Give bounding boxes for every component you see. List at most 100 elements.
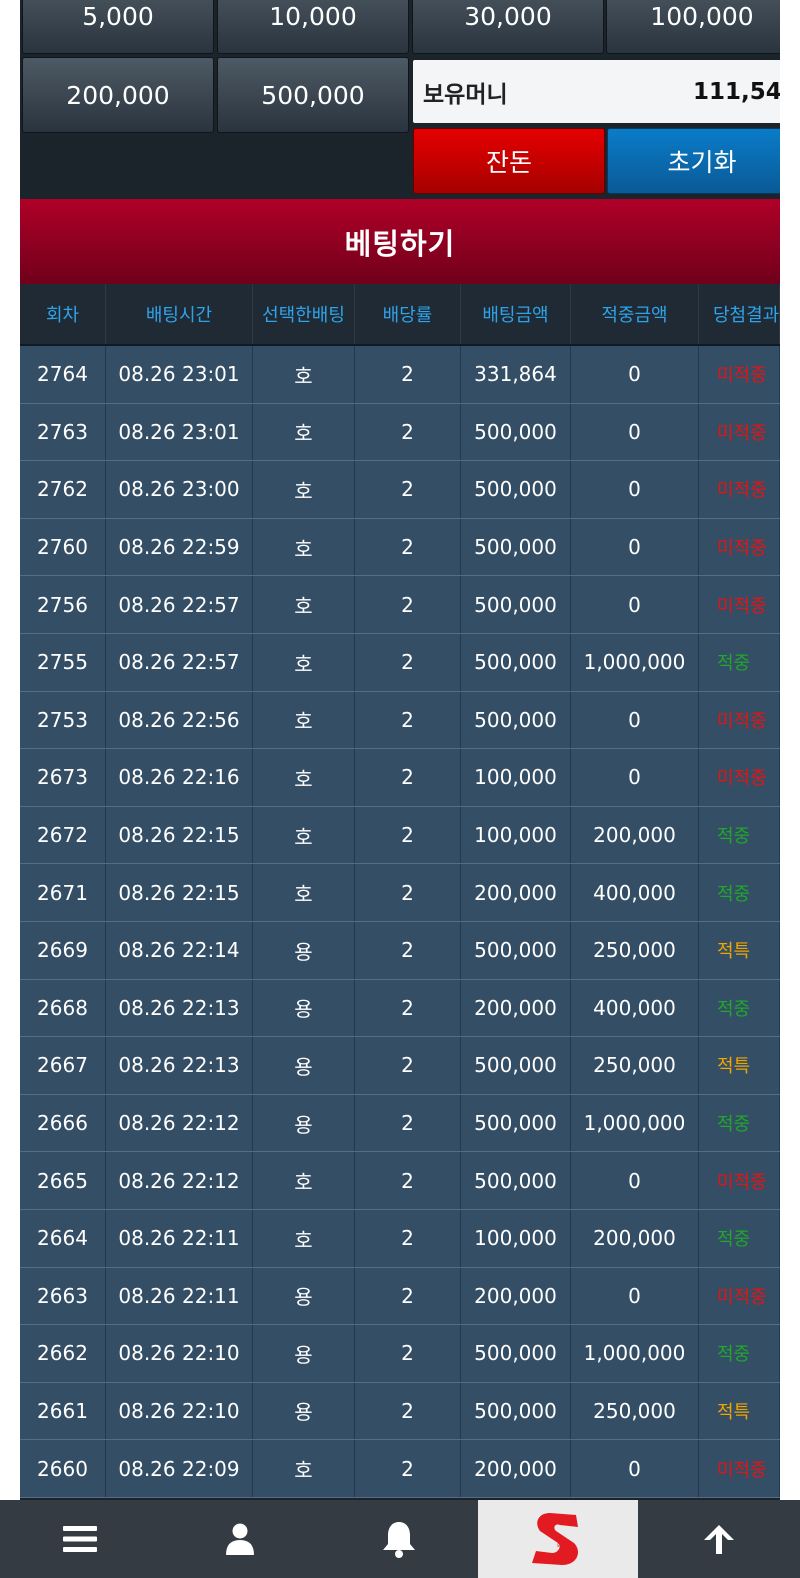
cell-win-amount: 0 xyxy=(571,749,699,806)
cell-bet-amount: 100,000 xyxy=(461,749,571,806)
bet-history-table: 2764 08.26 23:01 호 2 331,864 0 미적중 2763 08.26 23… xyxy=(20,346,780,1498)
cell-choice: 호 xyxy=(253,864,355,921)
cell-time: 08.26 22:56 xyxy=(106,691,253,749)
cell-bet-amount: 200,000 xyxy=(461,864,571,921)
cell-choice: 호 xyxy=(253,518,355,576)
cell-round: 2665 xyxy=(20,1152,106,1209)
user-icon[interactable] xyxy=(160,1500,320,1578)
cell-choice: 호 xyxy=(253,1440,355,1497)
cell-time: 08.26 22:10 xyxy=(106,1325,253,1382)
cell-win-amount: 200,000 xyxy=(571,806,699,864)
cell-win-amount: 0 xyxy=(571,518,699,576)
chip-button-100000[interactable]: 100,000 xyxy=(606,0,780,54)
cell-odds: 2 xyxy=(355,979,461,1037)
cell-result: 미적중 xyxy=(699,346,780,403)
cell-win-amount: 250,000 xyxy=(571,1037,699,1094)
cell-choice: 호 xyxy=(253,1152,355,1209)
chip-button-10000[interactable]: 10,000 xyxy=(217,0,409,54)
cell-result: 적중 xyxy=(699,1209,780,1267)
cell-bet-amount: 500,000 xyxy=(461,1325,571,1382)
cell-round: 2662 xyxy=(20,1325,106,1382)
header-result: 당첨결과 xyxy=(699,284,780,344)
header-time: 배팅시간 xyxy=(106,284,253,344)
cell-choice: 용 xyxy=(253,1037,355,1094)
table-row: 2762 08.26 23:00 호 2 500,000 0 미적중 xyxy=(20,461,780,519)
cell-odds: 2 xyxy=(355,346,461,403)
cell-odds: 2 xyxy=(355,1325,461,1382)
table-row: 2669 08.26 22:14 용 2 500,000 250,000 적특 xyxy=(20,921,780,980)
brand-logo[interactable]: S xyxy=(478,1500,638,1578)
cell-round: 2667 xyxy=(20,1037,106,1094)
header-odds: 배당률 xyxy=(355,284,461,344)
cell-win-amount: 0 xyxy=(571,346,699,403)
cell-result: 적중 xyxy=(699,1094,780,1152)
cell-win-amount: 0 xyxy=(571,691,699,749)
cell-time: 08.26 23:01 xyxy=(106,346,253,403)
cell-result: 적특 xyxy=(699,1037,780,1094)
cell-choice: 호 xyxy=(253,346,355,403)
cell-odds: 2 xyxy=(355,1037,461,1094)
table-header: 회차 배팅시간 선택한배팅 배당률 배팅금액 적중금액 당첨결과 xyxy=(20,284,780,346)
cell-odds: 2 xyxy=(355,461,461,518)
cell-round: 2663 xyxy=(20,1267,106,1325)
cell-odds: 2 xyxy=(355,518,461,576)
cell-round: 2664 xyxy=(20,1209,106,1267)
cell-result: 미적중 xyxy=(699,461,780,518)
cell-result: 적중 xyxy=(699,864,780,921)
cell-odds: 2 xyxy=(355,1094,461,1152)
cell-odds: 2 xyxy=(355,1440,461,1497)
cell-choice: 용 xyxy=(253,1267,355,1325)
remaining-button[interactable]: 잔돈 xyxy=(413,128,605,194)
cell-time: 08.26 22:13 xyxy=(106,1037,253,1094)
cell-result: 적중 xyxy=(699,1325,780,1382)
cell-choice: 호 xyxy=(253,1209,355,1267)
place-bet-button[interactable]: 베팅하기 xyxy=(20,199,780,284)
header-bet-amount: 배팅금액 xyxy=(461,284,571,344)
cell-win-amount: 1,000,000 xyxy=(571,633,699,691)
cell-result: 미적중 xyxy=(699,749,780,806)
chip-button-30000[interactable]: 30,000 xyxy=(412,0,604,54)
table-row: 2760 08.26 22:59 호 2 500,000 0 미적중 xyxy=(20,518,780,577)
cell-round: 2671 xyxy=(20,864,106,921)
cell-round: 2755 xyxy=(20,633,106,691)
cell-bet-amount: 500,000 xyxy=(461,921,571,979)
table-row: 2764 08.26 23:01 호 2 331,864 0 미적중 xyxy=(20,346,780,404)
cell-bet-amount: 500,000 xyxy=(461,576,571,633)
cell-round: 2673 xyxy=(20,749,106,806)
cell-bet-amount: 200,000 xyxy=(461,1440,571,1497)
cell-time: 08.26 22:09 xyxy=(106,1440,253,1497)
cell-result: 적중 xyxy=(699,979,780,1037)
cell-odds: 2 xyxy=(355,1382,461,1440)
cell-win-amount: 0 xyxy=(571,461,699,518)
cell-time: 08.26 22:11 xyxy=(106,1267,253,1325)
cell-win-amount: 400,000 xyxy=(571,979,699,1037)
cell-time: 08.26 22:15 xyxy=(106,864,253,921)
chip-button-5000[interactable]: 5,000 xyxy=(22,0,214,54)
cell-bet-amount: 500,000 xyxy=(461,1094,571,1152)
table-row: 2666 08.26 22:12 용 2 500,000 1,000,000 적중 xyxy=(20,1094,780,1153)
header-round: 회차 xyxy=(20,284,106,344)
cell-round: 2666 xyxy=(20,1094,106,1152)
cell-win-amount: 0 xyxy=(571,403,699,461)
cell-win-amount: 250,000 xyxy=(571,1382,699,1440)
cell-bet-amount: 500,000 xyxy=(461,403,571,461)
chip-button-200000[interactable]: 200,000 xyxy=(22,57,214,133)
balance-display: 보유머니 111,54 xyxy=(413,60,780,123)
cell-win-amount: 1,000,000 xyxy=(571,1094,699,1152)
cell-time: 08.26 22:12 xyxy=(106,1152,253,1209)
cell-bet-amount: 500,000 xyxy=(461,461,571,518)
cell-round: 2764 xyxy=(20,346,106,403)
table-row: 2753 08.26 22:56 호 2 500,000 0 미적중 xyxy=(20,691,780,750)
bell-icon[interactable] xyxy=(320,1500,478,1578)
cell-win-amount: 0 xyxy=(571,1267,699,1325)
cell-result: 적중 xyxy=(699,806,780,864)
cell-round: 2762 xyxy=(20,461,106,518)
table-row: 2673 08.26 22:16 호 2 100,000 0 미적중 xyxy=(20,749,780,807)
cell-win-amount: 0 xyxy=(571,1152,699,1209)
chip-button-500000[interactable]: 500,000 xyxy=(217,57,409,133)
reset-button[interactable]: 초기화 xyxy=(607,128,780,194)
cell-choice: 호 xyxy=(253,749,355,806)
table-row: 2665 08.26 22:12 호 2 500,000 0 미적중 xyxy=(20,1152,780,1210)
arrow-up-icon[interactable] xyxy=(638,1500,800,1578)
menu-icon[interactable] xyxy=(0,1500,160,1578)
